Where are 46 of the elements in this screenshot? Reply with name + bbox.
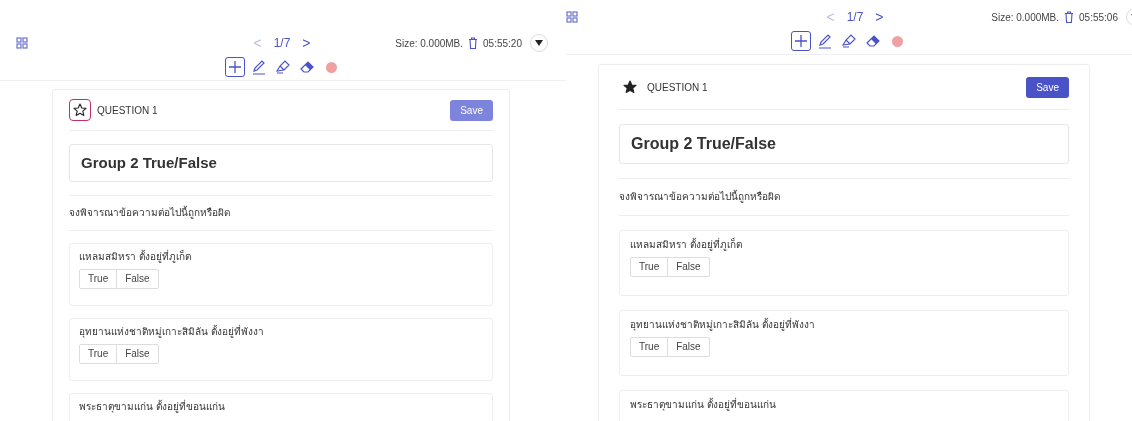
answer-option[interactable]: False: [667, 257, 710, 277]
page-indicator: 1/7: [273, 36, 291, 50]
timer: 05:55:06: [1079, 11, 1118, 23]
answer-option[interactable]: True: [630, 257, 669, 277]
star-button[interactable]: [69, 99, 91, 121]
pen-icon: [816, 32, 834, 50]
question-text: อุทยานแห่งชาติหมู่เกาะสิมิลัน ตั้งอยู่ที่พังงา: [630, 318, 816, 332]
pen-icon: [250, 58, 268, 76]
question-label: QUESTION 1: [97, 104, 159, 116]
move-icon: [226, 58, 244, 76]
instruction-text: จงพิจารณาข้อความต่อไปนี้ถูกหรือผิด: [69, 204, 231, 221]
highlighter-icon: [840, 32, 858, 50]
answer-option[interactable]: False: [116, 269, 159, 289]
question-text: แหลมสมิหรา ตั้งอยู่ที่ภูเก็ต: [630, 238, 743, 252]
trash-icon[interactable]: [468, 37, 479, 49]
answer-option[interactable]: True: [79, 344, 118, 364]
star-icon: [73, 103, 87, 117]
move-tool[interactable]: [791, 31, 811, 51]
next-page-button[interactable]: >: [300, 35, 313, 51]
answer-option[interactable]: False: [116, 344, 159, 364]
trash-icon[interactable]: [1064, 11, 1075, 23]
title-box: Group 2 True/False: [619, 124, 1069, 164]
question-text: พระธาตุขามแก่น ตั้งอยู่ที่ขอนแก่น: [630, 398, 777, 412]
instruction-text: จงพิจารณาข้อความต่อไปนี้ถูกหรือผิด: [619, 188, 781, 205]
caret-icon: [535, 40, 543, 46]
question-text: อุทยานแห่งชาติหมู่เกาะสิมิลัน ตั้งอยู่ที่พังงา: [79, 325, 265, 339]
star-icon: [623, 80, 637, 94]
move-icon: [792, 32, 810, 50]
page-indicator: 1/7: [846, 10, 864, 24]
question-text: พระธาตุขามแก่น ตั้งอยู่ที่ขอนแก่น: [79, 400, 226, 414]
next-page-button[interactable]: >: [873, 9, 886, 25]
timer: 05:55:20: [483, 37, 522, 49]
move-tool[interactable]: [225, 57, 245, 77]
title-box: Group 2 True/False: [69, 144, 493, 182]
dropdown-button[interactable]: [530, 34, 548, 52]
question-text: แหลมสมิหรา ตั้งอยู่ที่ภูเก็ต: [79, 250, 192, 264]
file-size: Size: 0.000MB.: [991, 11, 1060, 23]
answer-option[interactable]: False: [667, 337, 710, 357]
grid-icon[interactable]: [16, 37, 28, 49]
grid-icon[interactable]: [566, 11, 578, 23]
file-size: Size: 0.000MB.: [395, 37, 464, 49]
highlighter-icon: [274, 58, 292, 76]
save-button[interactable]: Save: [1026, 76, 1069, 98]
answer-option[interactable]: True: [630, 337, 669, 357]
answer-option[interactable]: True: [79, 269, 118, 289]
question-label: QUESTION 1: [647, 81, 709, 93]
